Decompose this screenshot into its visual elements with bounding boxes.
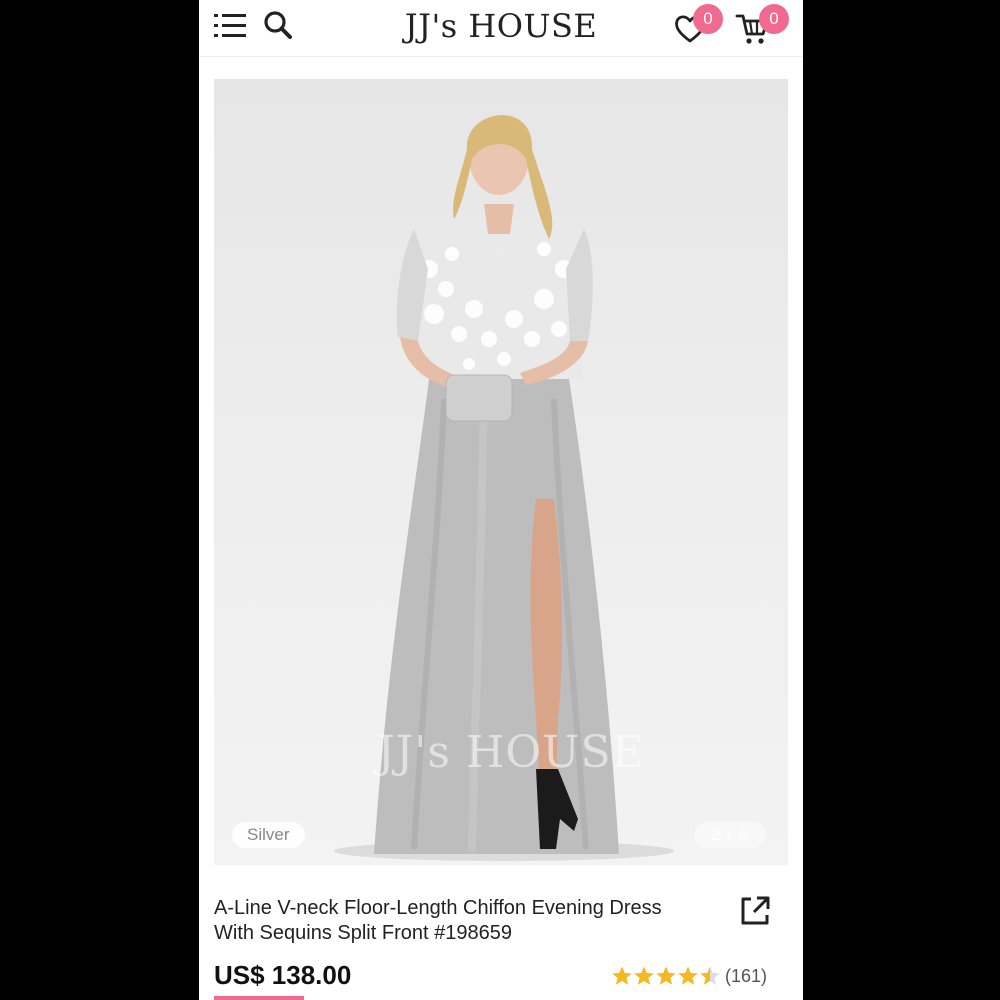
mobile-page: JJ's HOUSE 0 0 JJ's HOUSE Silver 2 / 6 A… bbox=[199, 0, 803, 1000]
star-icon bbox=[678, 966, 698, 985]
rating-stars bbox=[611, 965, 721, 987]
image-counter: 2 / 6 bbox=[694, 822, 767, 848]
search-icon[interactable] bbox=[261, 8, 295, 42]
image-watermark: JJ's HOUSE bbox=[377, 727, 645, 778]
color-label-chip: Silver bbox=[232, 822, 305, 848]
cart-count-badge: 0 bbox=[759, 4, 789, 34]
site-logo[interactable]: JJ's HOUSE bbox=[399, 2, 603, 50]
product-rating[interactable]: (161) bbox=[611, 965, 767, 987]
menu-icon[interactable] bbox=[213, 10, 247, 42]
cart-button[interactable]: 0 bbox=[735, 4, 789, 46]
product-image-gallery[interactable]: JJ's HOUSE Silver 2 / 6 bbox=[214, 79, 788, 865]
star-icon bbox=[612, 966, 632, 985]
star-icon bbox=[656, 966, 676, 985]
star-icon bbox=[700, 966, 720, 985]
product-title-line-1: A-Line V-neck Floor-Length Chiffon Eveni… bbox=[214, 897, 662, 919]
wishlist-count-badge: 0 bbox=[693, 4, 723, 34]
share-icon[interactable] bbox=[737, 893, 773, 929]
product-title: A-Line V-neck Floor-Length Chiffon Eveni… bbox=[214, 896, 724, 946]
accent-strip bbox=[214, 996, 304, 1000]
product-price: US$ 138.00 bbox=[214, 960, 352, 990]
star-icon bbox=[634, 966, 654, 985]
rating-count: (161) bbox=[725, 965, 768, 986]
top-header: JJ's HOUSE 0 0 bbox=[199, 0, 803, 57]
wishlist-button[interactable]: 0 bbox=[673, 4, 723, 46]
product-title-line-2: With Sequins Split Front #198659 bbox=[214, 922, 512, 944]
